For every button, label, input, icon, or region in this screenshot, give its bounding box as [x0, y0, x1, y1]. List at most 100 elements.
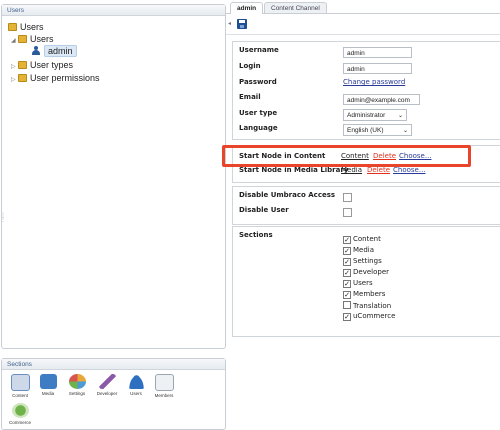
language-value: English (UK) [347, 127, 384, 134]
tree-node-label: admin [44, 45, 77, 57]
checkbox-label: Users [353, 279, 373, 287]
tree-node-admin[interactable]: admin [32, 45, 77, 57]
tab-bar: admin Content Channel [226, 0, 500, 14]
section-label: Members [154, 393, 174, 398]
tree-node-label: Users [20, 22, 44, 32]
user-type-value: Administrator [347, 112, 386, 119]
checkbox-label: Translation [353, 302, 392, 310]
users-icon [127, 374, 145, 389]
section-label: Media [41, 391, 55, 396]
tree-node-user-types[interactable]: ▷ User types [11, 59, 73, 71]
expanded-arrow-icon[interactable]: ◢ [11, 35, 18, 47]
start-node-media-choose[interactable]: Choose... [393, 166, 426, 174]
section-commerce[interactable]: Commerce [6, 403, 34, 425]
tree-node-label: User permissions [30, 73, 100, 83]
checkbox-checked-icon: ✓ [343, 269, 351, 277]
chevron-down-icon: ⌄ [397, 113, 403, 119]
tree-panel: Users Users ◢ Users admin ▷ User types ▷ Us… [1, 4, 226, 349]
highlight-box [222, 145, 471, 167]
checkbox-checked-icon: ✓ [343, 291, 351, 299]
save-icon[interactable] [237, 19, 247, 29]
tab-content-channel[interactable]: Content Channel [264, 2, 327, 13]
media-icon [39, 374, 57, 389]
sections-permissions-panel: Sections ✓ Content ✓ Media ✓ Settings ✓ Deve… [232, 226, 500, 337]
section-checkbox-developer[interactable]: ✓ Developer [343, 268, 389, 279]
start-node-media-value[interactable]: Media [341, 166, 362, 174]
section-checkbox-users[interactable]: ✓ Users [343, 279, 373, 290]
checkbox-label: Developer [353, 268, 390, 276]
checkbox-label: uCommerce [353, 312, 396, 320]
username-field[interactable]: admin [343, 47, 412, 58]
section-media[interactable]: Media [34, 374, 62, 396]
checkbox-label: Settings [353, 257, 382, 265]
chevron-down-icon: ⌄ [402, 128, 408, 134]
start-node-media-delete[interactable]: Delete [367, 166, 390, 174]
collapsed-arrow-icon[interactable]: ▷ [11, 74, 18, 86]
members-icon [154, 374, 174, 391]
checkbox-checked-icon: ✓ [343, 258, 351, 266]
sections-panel-header: Sections [2, 359, 225, 370]
folder-icon [18, 74, 27, 82]
checkbox-label: Members [353, 290, 386, 298]
checkbox-checked-icon: ✓ [343, 280, 351, 288]
access-panel: Disable Umbraco Access Disable User [232, 186, 500, 225]
section-checkbox-settings[interactable]: ✓ Settings [343, 257, 382, 268]
tree-panel-header: Users [2, 5, 225, 16]
tab-admin[interactable]: admin [230, 2, 264, 14]
section-developer[interactable]: Developer [93, 374, 121, 396]
collapse-arrow-icon[interactable]: ◂ [228, 20, 231, 27]
login-label: Login [239, 62, 261, 70]
content-icon [10, 374, 30, 391]
resize-handle[interactable]: ⋮ ⋮ [0, 213, 6, 228]
folder-icon [18, 35, 27, 43]
user-icon [32, 46, 40, 55]
change-password-link[interactable]: Change password [343, 78, 405, 86]
section-content[interactable]: Content [6, 374, 34, 398]
checkbox-checked-icon: ✓ [343, 313, 351, 321]
language-select[interactable]: English (UK) ⌄ [343, 124, 412, 136]
checkbox-label: Content [353, 235, 381, 243]
checkbox-label: Media [353, 246, 375, 254]
section-label: Content [12, 393, 28, 398]
folder-icon [8, 23, 17, 31]
disable-user-checkbox[interactable] [343, 208, 352, 217]
folder-icon [18, 61, 27, 69]
section-label: Developer [96, 391, 118, 396]
section-label: Users [130, 391, 142, 396]
section-label: Settings [68, 391, 86, 396]
login-field[interactable]: admin [343, 63, 412, 74]
commerce-icon [11, 403, 29, 418]
tree-node-label: User types [30, 60, 74, 70]
disable-user-label: Disable User [239, 206, 289, 214]
section-checkbox-translation[interactable]: Translation [343, 301, 391, 312]
settings-icon [68, 374, 86, 389]
section-members[interactable]: Members [150, 374, 178, 398]
developer-icon [98, 374, 116, 389]
section-checkbox-members[interactable]: ✓ Members [343, 290, 385, 301]
user-type-select[interactable]: Administrator ⌄ [343, 109, 407, 121]
section-checkbox-ucommerce[interactable]: ✓ uCommerce [343, 312, 395, 323]
user-properties-panel: Username admin Login admin Password Chan… [232, 41, 500, 140]
section-checkbox-media[interactable]: ✓ Media [343, 246, 374, 257]
user-type-label: User type [239, 109, 278, 117]
disable-umbraco-access-checkbox[interactable] [343, 193, 352, 202]
sections-label: Sections [239, 231, 273, 239]
email-label: Email [239, 93, 261, 101]
disable-umbraco-access-label: Disable Umbraco Access [239, 191, 336, 199]
tree-node-user-permissions[interactable]: ▷ User permissions [11, 72, 100, 84]
checkbox-unchecked-icon [343, 301, 351, 309]
language-label: Language [239, 124, 278, 132]
tree-node-users[interactable]: ◢ Users [11, 33, 54, 45]
username-label: Username [239, 46, 279, 54]
section-label: Commerce [8, 420, 31, 425]
checkbox-checked-icon: ✓ [343, 247, 351, 255]
tree-node-users-root[interactable]: Users [8, 21, 44, 33]
sections-panel: Sections Content Media Settings Develope… [1, 358, 226, 430]
tree-node-label: Users [30, 34, 54, 44]
section-checkbox-content[interactable]: ✓ Content [343, 235, 381, 246]
section-users[interactable]: Users [122, 374, 150, 396]
toolbar: ◂ [226, 14, 500, 35]
section-settings[interactable]: Settings [63, 374, 91, 396]
email-field[interactable]: admin@example.com [343, 94, 420, 105]
checkbox-checked-icon: ✓ [343, 236, 351, 244]
